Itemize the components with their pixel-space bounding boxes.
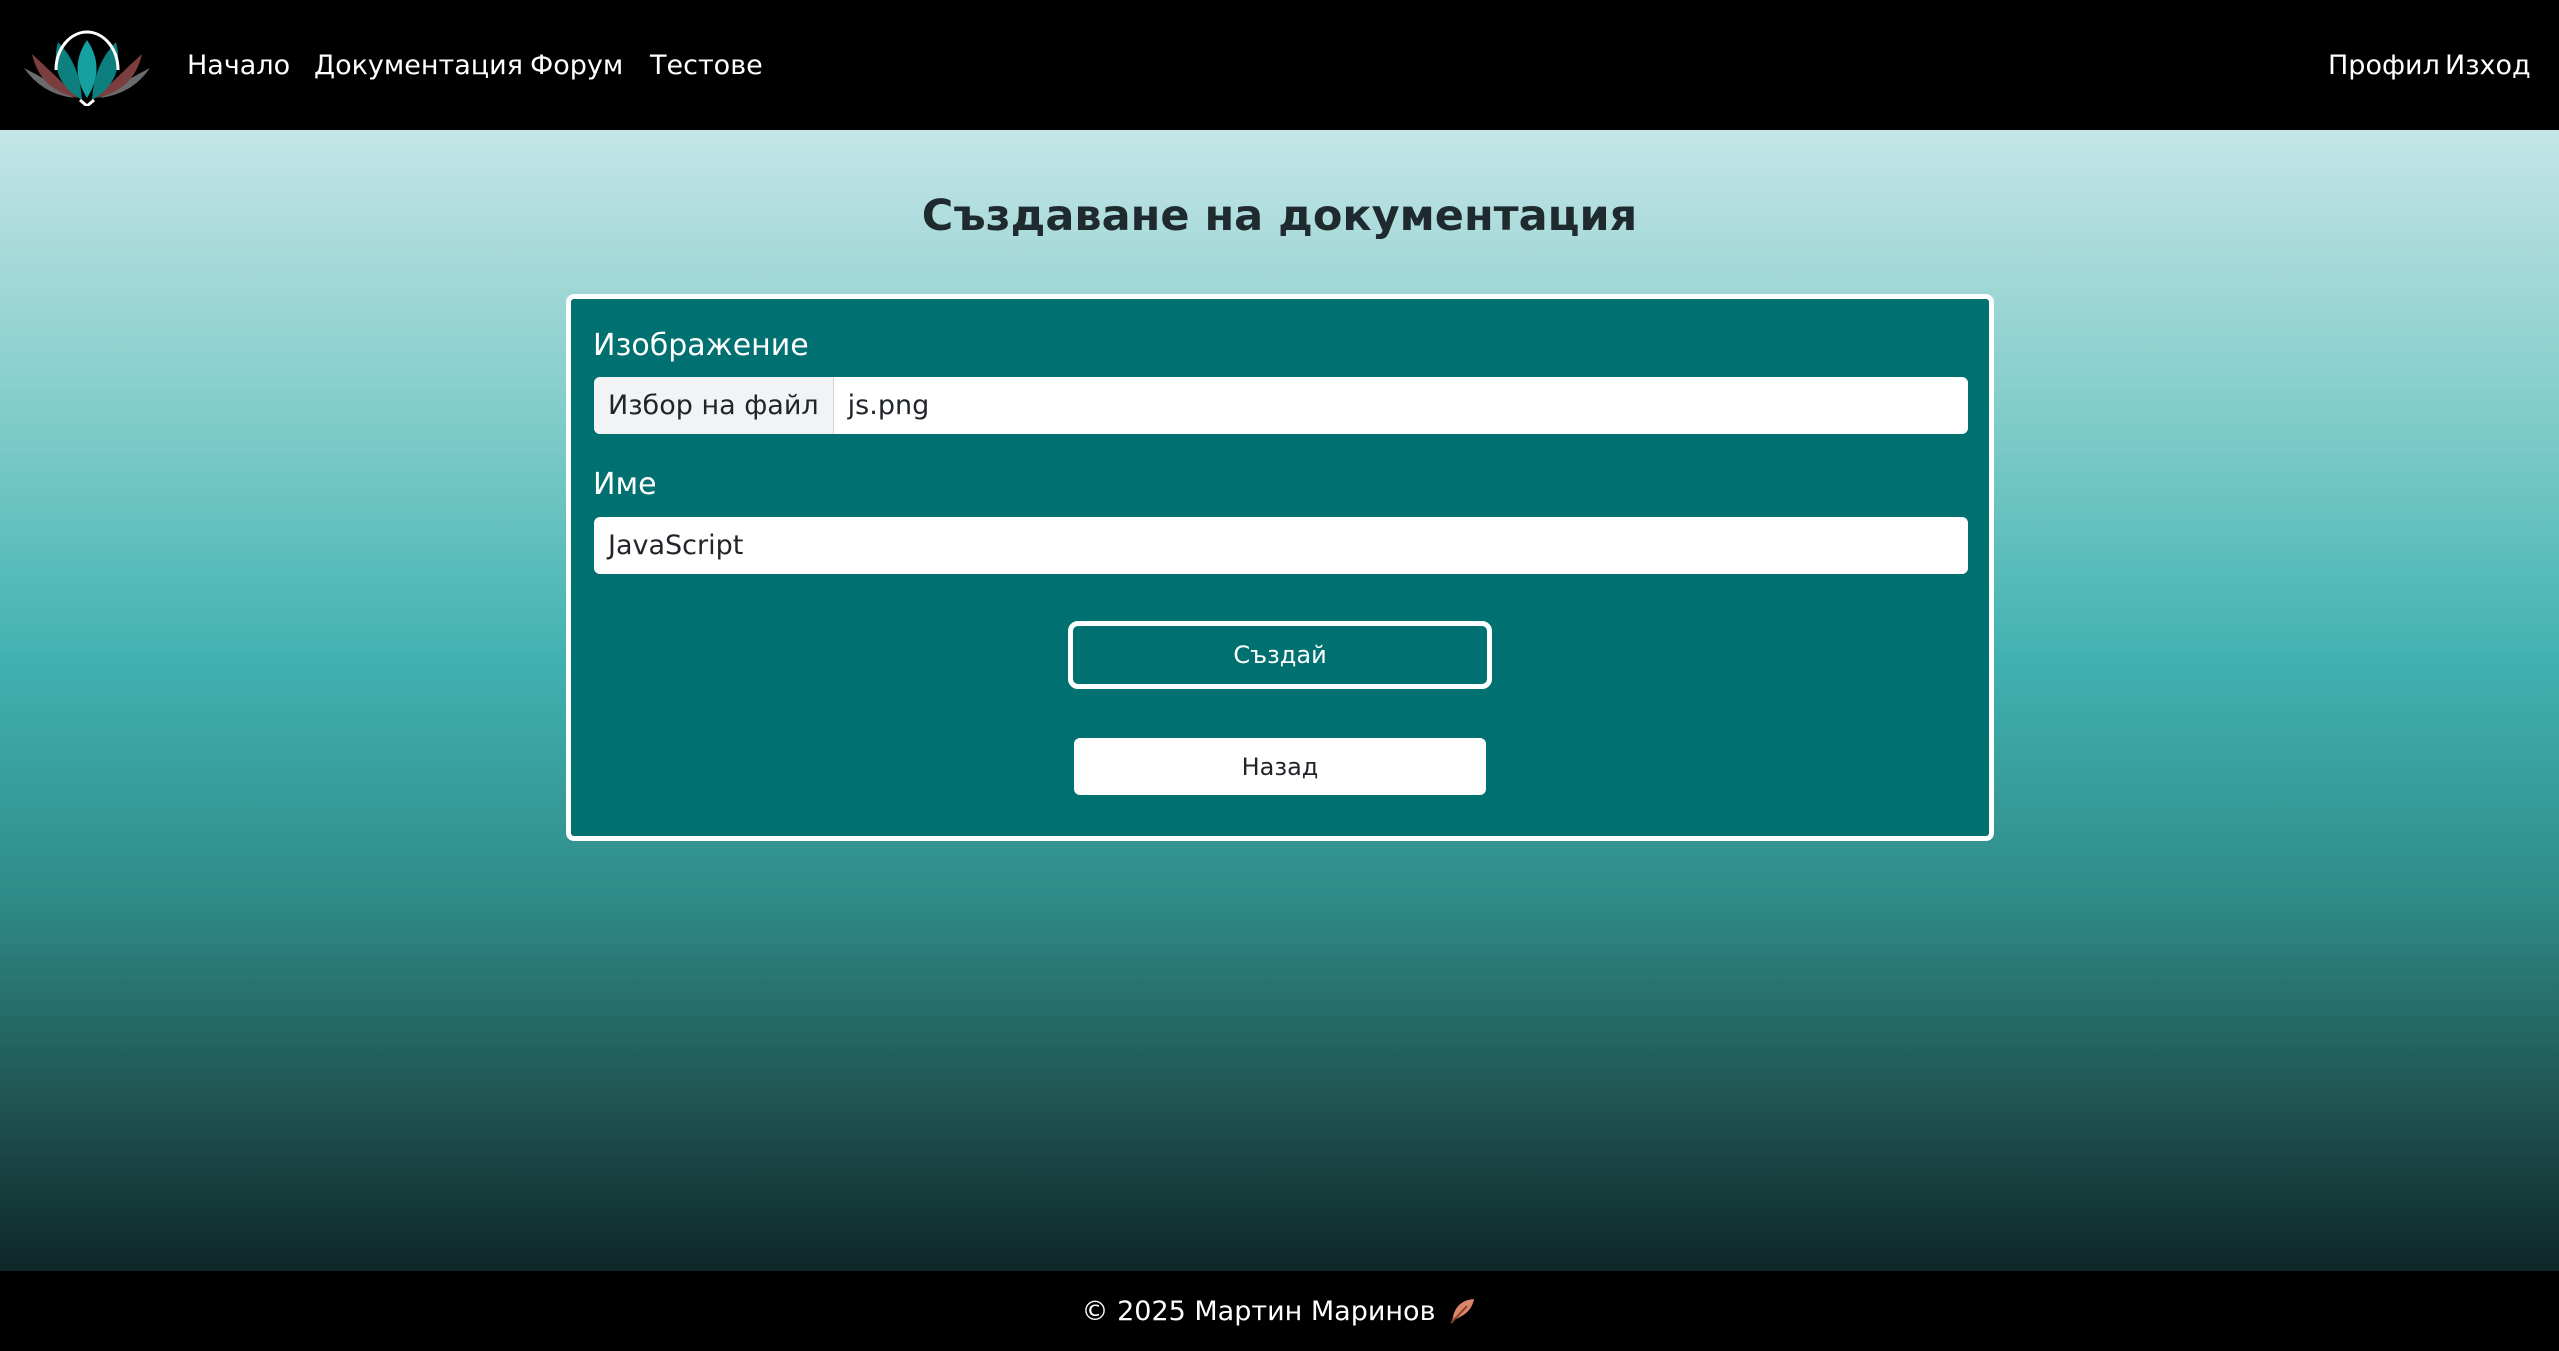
create-button[interactable]: Създай — [1068, 621, 1492, 689]
image-file-input[interactable]: Избор на файл js.png — [594, 377, 1968, 434]
navbar: Начало Документация Форум Тестове Профил… — [0, 0, 2559, 130]
choose-file-button[interactable]: Избор на файл — [594, 377, 834, 434]
name-input[interactable]: JavaScript — [594, 517, 1968, 574]
page-title: Създаване на документация — [921, 191, 1638, 241]
back-button[interactable]: Назад — [1074, 738, 1486, 795]
selected-file-name: js.png — [847, 390, 930, 421]
nav-link-forum[interactable]: Форум — [530, 48, 623, 84]
nav-link-tests[interactable]: Тестове — [650, 48, 763, 84]
nav-link-documentation[interactable]: Документация — [314, 48, 523, 84]
lotus-logo-icon[interactable] — [22, 24, 152, 106]
nav-link-logout[interactable]: Изход — [2445, 48, 2531, 84]
footer: © 2025 Мартин Маринов — [0, 1271, 2559, 1351]
copyright-text: © 2025 Мартин Маринов — [1081, 1295, 1436, 1327]
nav-link-profile[interactable]: Профил — [2328, 48, 2440, 84]
image-label: Изображение — [593, 328, 809, 363]
nav-link-home[interactable]: Начало — [187, 48, 290, 84]
name-label: Име — [593, 467, 657, 502]
feather-icon — [1450, 1299, 1475, 1324]
